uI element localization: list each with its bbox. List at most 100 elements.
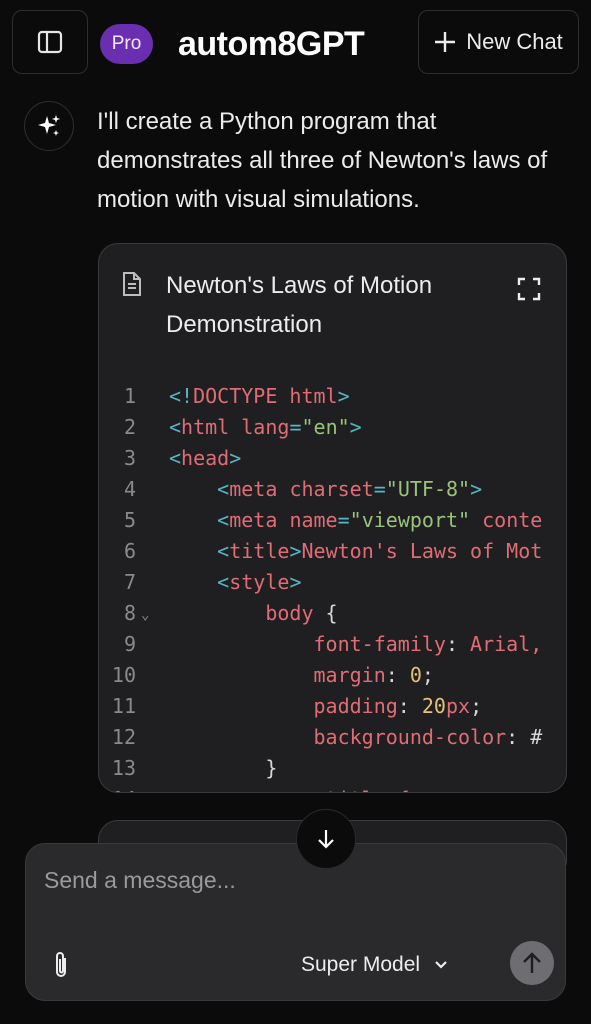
code-token: <	[169, 415, 182, 439]
line-number: 7	[123, 570, 136, 594]
code-token: >	[289, 539, 302, 563]
code-text: }	[169, 753, 277, 784]
arrow-up-icon	[523, 952, 541, 973]
code-card-title: Newton's Laws of Motion Demonstration	[166, 272, 433, 338]
code-token: px	[445, 694, 471, 718]
expand-icon[interactable]	[517, 277, 541, 301]
code-text: margin: 0;	[169, 660, 434, 691]
line-number: 8	[123, 601, 136, 625]
code-token: charset	[289, 477, 374, 501]
line-number: 6	[123, 539, 136, 563]
code-token: margin	[313, 663, 386, 687]
line-number: 9	[123, 632, 136, 656]
code-token: <	[217, 570, 230, 594]
code-token: style	[229, 570, 290, 594]
message-input[interactable]	[44, 860, 544, 900]
code-line: 2 <html lang="en">	[99, 412, 566, 443]
code-token: head	[181, 446, 230, 470]
line-number: 1	[123, 384, 136, 408]
sidebar-toggle-icon	[37, 30, 63, 54]
sidebar-toggle-button[interactable]	[12, 10, 88, 74]
code-token: <!	[169, 384, 194, 408]
new-chat-button[interactable]: New Chat	[418, 10, 579, 74]
code-token: conte	[482, 508, 543, 532]
code-line: 6 <title>Newton's Laws of Mot	[99, 536, 566, 567]
code-token: <	[217, 477, 230, 501]
code-line: 3 <head>	[99, 443, 566, 474]
code-line: 7 <style>	[99, 567, 566, 598]
line-number: 2	[123, 415, 136, 439]
code-line: 14 .title {	[99, 784, 566, 792]
code-token: >	[470, 477, 483, 501]
code-text: body {	[169, 598, 338, 629]
code-token: }	[169, 756, 278, 780]
line-number: 14	[99, 784, 136, 792]
code-token: >	[337, 384, 350, 408]
code-token: "viewport"	[349, 508, 471, 532]
code-token: >	[289, 570, 302, 594]
code-text: <meta name="viewport" conte	[169, 505, 542, 536]
brand-logo: autom8GPT	[178, 24, 365, 63]
code-artifact-card[interactable]: Newton's Laws of Motion Demonstration 1 <…	[98, 243, 567, 793]
code-line: 5 <meta name="viewport" conte	[99, 505, 566, 536]
code-token: :	[445, 632, 471, 656]
new-chat-label: New Chat	[466, 29, 563, 54]
scroll-down-button[interactable]	[296, 809, 356, 869]
sparkle-icon	[38, 115, 60, 136]
code-text: <style>	[169, 567, 301, 598]
code-token: =	[289, 415, 302, 439]
header: Pro autom8GPT New Chat	[0, 0, 591, 84]
pro-badge: Pro	[100, 24, 153, 64]
code-token: title	[229, 539, 290, 563]
send-button[interactable]	[510, 941, 554, 985]
code-token: : #	[506, 725, 543, 749]
message-composer: Super Model	[25, 843, 566, 1001]
code-text: padding: 20px;	[169, 691, 483, 722]
code-text: <!DOCTYPE html>	[169, 381, 350, 412]
code-token: font-family	[313, 632, 446, 656]
plus-icon	[435, 32, 456, 52]
code-token: <	[217, 539, 230, 563]
code-text: .title {	[169, 784, 410, 792]
chat-page: Pro autom8GPT New Chat I'll create a Pyt…	[0, 0, 591, 1024]
line-number: 10	[111, 663, 136, 687]
line-number: 11	[111, 694, 136, 718]
chevron-down-icon	[435, 961, 447, 969]
code-line: 1 <!DOCTYPE html>	[99, 381, 566, 412]
code-token: meta	[229, 508, 278, 532]
document-icon	[123, 272, 141, 296]
code-token: {	[313, 601, 338, 625]
attach-button[interactable]	[48, 947, 76, 983]
code-line: 8 ⌄ body {	[99, 598, 566, 631]
code-token: html	[181, 415, 230, 439]
code-token: <	[169, 446, 182, 470]
code-token: Arial,	[470, 632, 543, 656]
code-token: "en"	[301, 415, 350, 439]
code-token: ;	[421, 663, 434, 687]
code-token: 20	[421, 694, 446, 718]
code-token: "UTF-8"	[385, 477, 471, 501]
code-token: =	[373, 477, 386, 501]
line-number: 13	[111, 756, 136, 780]
code-text: <title>Newton's Laws of Mot	[169, 536, 542, 567]
code-token: body	[265, 601, 314, 625]
code-text: <meta charset="UTF-8">	[169, 474, 482, 505]
code-text: background-color: #	[169, 722, 543, 753]
line-number: 3	[123, 446, 136, 470]
assistant-avatar	[24, 101, 74, 151]
code-line: 4 <meta charset="UTF-8">	[99, 474, 566, 505]
code-line: 12 background-color: #	[99, 722, 566, 753]
fold-chevron-icon[interactable]: ⌄	[141, 600, 149, 631]
code-token: ;	[470, 694, 483, 718]
code-text: <head>	[169, 443, 241, 474]
code-token: =	[337, 508, 350, 532]
model-selector[interactable]: Super Model	[301, 950, 448, 980]
